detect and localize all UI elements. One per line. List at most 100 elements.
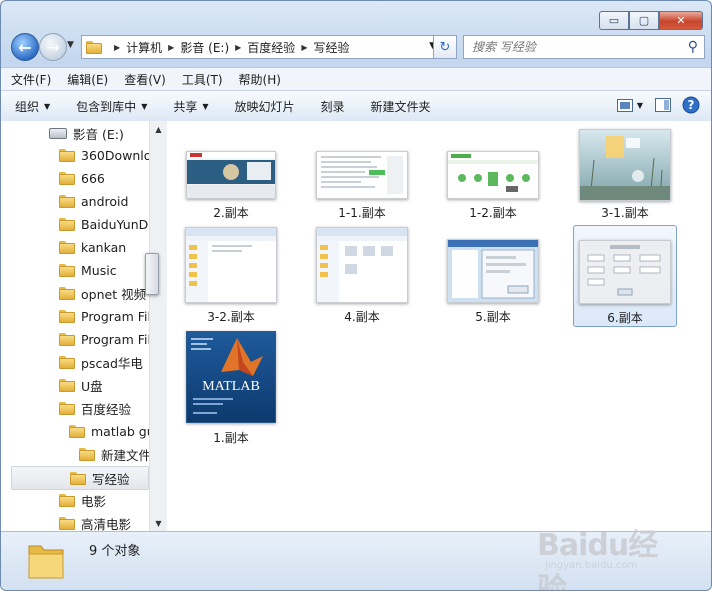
breadcrumb-separator-icon[interactable]: ▶ xyxy=(235,43,241,52)
folder-icon xyxy=(59,263,75,277)
file-item[interactable]: MATLAB 1.副本 xyxy=(179,327,283,445)
menu-tools[interactable]: 工具(T) xyxy=(182,71,223,88)
menu-bar: 文件(F) 编辑(E) 查看(V) 工具(T) 帮助(H) xyxy=(1,67,711,90)
recent-pages-dropdown[interactable]: ▼ xyxy=(67,40,74,50)
scroll-up-icon[interactable]: ▲ xyxy=(150,121,167,137)
menu-view[interactable]: 查看(V) xyxy=(124,71,166,88)
tree-item-folder[interactable]: Program File xyxy=(59,305,149,327)
drive-icon xyxy=(49,127,67,139)
tree-item-folder[interactable]: 新建文件 xyxy=(79,443,149,465)
breadcrumb-separator-icon[interactable]: ▶ xyxy=(114,43,120,52)
breadcrumb-current[interactable]: 写经验 xyxy=(313,39,349,56)
preview-pane-button[interactable] xyxy=(653,96,673,114)
breadcrumb-drive[interactable]: 影音 (E:) xyxy=(180,39,229,56)
folder-icon xyxy=(59,401,75,415)
organize-button[interactable]: 组织 ▼ xyxy=(15,98,50,115)
close-button[interactable]: ✕ xyxy=(659,11,703,30)
search-box[interactable]: ⚲ xyxy=(463,35,705,59)
file-item[interactable]: 1-1.副本 xyxy=(310,127,414,229)
include-library-button[interactable]: 包含到库中 ▼ xyxy=(76,98,147,115)
tree-item-folder[interactable]: 360Downloa xyxy=(59,144,149,166)
file-thumbnail xyxy=(316,151,408,199)
file-item[interactable]: 3-1.副本 xyxy=(573,127,677,229)
tree-item-drive[interactable]: 影音 (E:) xyxy=(49,122,124,144)
folder-icon xyxy=(59,355,75,369)
folder-icon xyxy=(59,516,75,530)
file-item-selected[interactable]: 6.副本 xyxy=(573,225,677,327)
refresh-button[interactable]: ↻ xyxy=(433,35,457,59)
folder-icon xyxy=(59,240,75,254)
file-name: 1.副本 xyxy=(213,431,249,445)
file-item[interactable]: 1-2.副本 xyxy=(441,127,545,229)
view-dropdown-icon[interactable]: ▼ xyxy=(635,96,645,114)
file-thumbnail xyxy=(185,227,277,303)
tree-item-folder[interactable]: 高清电影 xyxy=(59,512,131,531)
slideshow-button[interactable]: 放映幻灯片 xyxy=(235,98,295,115)
tree-item-folder[interactable]: Program File xyxy=(59,328,149,350)
matlab-wordmark: MATLAB xyxy=(202,379,260,394)
breadcrumb-computer[interactable]: 计算机 xyxy=(126,39,162,56)
folder-icon xyxy=(59,194,75,208)
tree-item-folder[interactable]: BaiduYunDc xyxy=(59,213,149,235)
file-thumbnail: MATLAB xyxy=(186,331,276,423)
tree-scrollbar[interactable]: ▲ ▼ xyxy=(145,121,167,531)
tree-item-folder[interactable]: 百度经验 xyxy=(59,397,131,419)
file-item[interactable]: 5.副本 xyxy=(441,225,545,327)
breadcrumb-baidu[interactable]: 百度经验 xyxy=(247,39,295,56)
explorer-window: ▭ ▢ ✕ ← → ▼ ▶ 计算机 ▶ 影音 (E:) ▶ 百度经验 ▶ 写经验… xyxy=(0,0,712,591)
burn-label: 刻录 xyxy=(320,99,345,114)
tree-item-label: 写经验 xyxy=(92,471,130,487)
address-bar[interactable]: ▶ 计算机 ▶ 影音 (E:) ▶ 百度经验 ▶ 写经验 ▼ xyxy=(81,35,455,59)
menu-file[interactable]: 文件(F) xyxy=(11,71,51,88)
search-input[interactable] xyxy=(470,39,688,55)
tree-item-folder[interactable]: opnet 视频 xyxy=(59,282,146,304)
tree-item-folder[interactable]: android xyxy=(59,190,128,212)
share-button[interactable]: 共享 ▼ xyxy=(173,98,208,115)
share-label: 共享 xyxy=(173,99,198,114)
tree-item-folder[interactable]: 电影 xyxy=(59,489,106,511)
tree-item-folder[interactable]: U盘 xyxy=(59,374,103,396)
back-arrow-icon: ← xyxy=(18,37,32,57)
tree-item-label: 666 xyxy=(81,170,105,186)
forward-button[interactable]: → xyxy=(39,33,67,61)
folder-icon xyxy=(59,332,75,346)
file-item[interactable]: 3-2.副本 xyxy=(179,225,283,327)
tree-item-selected[interactable]: 写经验 xyxy=(11,466,149,490)
maximize-button[interactable]: ▢ xyxy=(629,11,659,30)
tree-item-folder[interactable]: pscad华电 xyxy=(59,351,143,373)
tree-item-label: Program File xyxy=(81,308,149,324)
folder-icon xyxy=(59,309,75,323)
organize-label: 组织 xyxy=(15,99,40,114)
file-thumbnail xyxy=(447,151,539,199)
tree-item-folder[interactable]: 666 xyxy=(59,167,105,189)
file-item[interactable]: 4.副本 xyxy=(310,225,414,327)
search-icon[interactable]: ⚲ xyxy=(688,39,698,55)
folder-icon xyxy=(86,40,102,54)
breadcrumb: ▶ 计算机 ▶ 影音 (E:) ▶ 百度经验 ▶ 写经验 xyxy=(108,39,349,56)
chevron-down-icon: ▼ xyxy=(202,101,209,111)
file-item[interactable]: 2.副本 xyxy=(179,127,283,229)
help-button[interactable]: ? xyxy=(681,96,701,114)
breadcrumb-separator-icon[interactable]: ▶ xyxy=(301,43,307,52)
scrollbar-thumb[interactable] xyxy=(145,253,159,295)
new-folder-button[interactable]: 新建文件夹 xyxy=(371,98,431,115)
file-name: 2.副本 xyxy=(213,206,249,220)
tree-item-folder[interactable]: kankan xyxy=(59,236,126,258)
breadcrumb-separator-icon[interactable]: ▶ xyxy=(168,43,174,52)
menu-edit[interactable]: 编辑(E) xyxy=(67,71,108,88)
back-button[interactable]: ← xyxy=(11,33,39,61)
burn-button[interactable]: 刻录 xyxy=(321,98,345,115)
menu-help[interactable]: 帮助(H) xyxy=(239,71,281,88)
chevron-down-icon: ▼ xyxy=(44,101,51,111)
watermark-brand: Baidu经验 xyxy=(537,528,658,591)
change-view-button[interactable] xyxy=(615,96,635,114)
minimize-button[interactable]: ▭ xyxy=(599,11,629,30)
scroll-down-icon[interactable]: ▼ xyxy=(150,515,167,531)
help-icon: ? xyxy=(682,96,700,114)
file-thumbnail xyxy=(579,240,671,304)
chevron-down-icon: ▼ xyxy=(141,101,148,111)
tree-item-folder[interactable]: Music xyxy=(59,259,117,281)
details-pane: 9 个对象 Baidu经验 jingyan.baidu.com xyxy=(1,528,711,590)
forward-arrow-icon: → xyxy=(46,37,60,57)
tree-item-folder[interactable]: matlab gu xyxy=(69,420,149,442)
